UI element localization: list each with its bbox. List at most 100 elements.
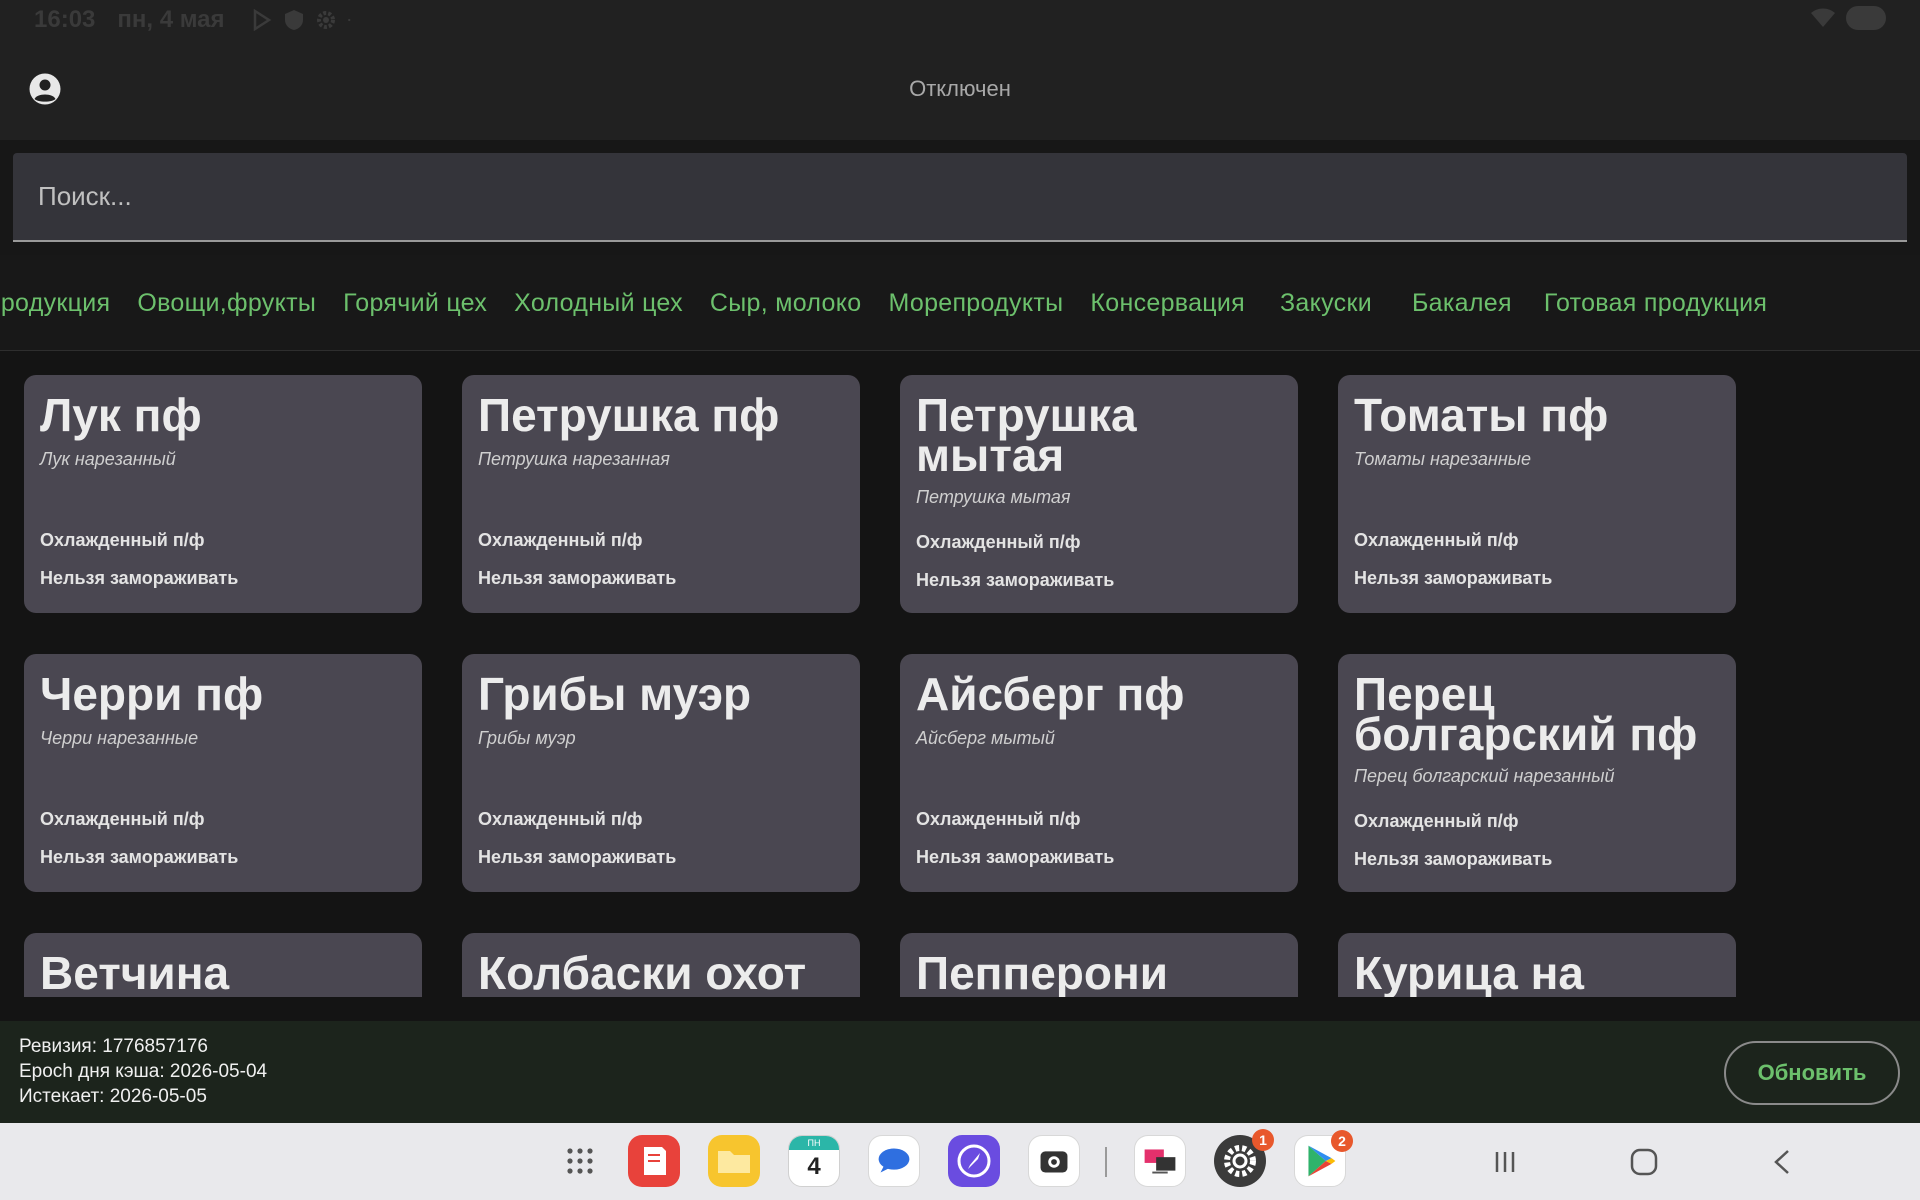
product-freeze-note: Нельзя замораживать <box>916 847 1115 867</box>
notes-glyph-icon <box>644 1147 666 1175</box>
taskbar: ПН 4 1 2 <box>0 1123 1920 1200</box>
tab-category[interactable]: продукция <box>0 289 110 318</box>
messages-app-icon[interactable] <box>868 1135 920 1187</box>
product-card[interactable]: Петрушка пф Петрушка нарезанная Охлажден… <box>462 375 860 613</box>
product-subtitle: Черри нарезанные <box>40 728 199 748</box>
product-card[interactable]: Колбаски охот <box>462 933 860 997</box>
cache-epoch-text: Epoch дня кэша: 2026-05-04 <box>19 1061 268 1082</box>
status-bar: 16:03 пн, 4 мая <box>0 0 1920 40</box>
tab-category[interactable]: Бакалея <box>1412 289 1512 318</box>
product-storage-type: Охлажденный п/ф <box>916 532 1081 552</box>
files-app-icon[interactable] <box>708 1135 760 1187</box>
status-date: пн, 4 мая <box>117 6 225 33</box>
recent-apps-icon[interactable] <box>1488 1145 1522 1179</box>
settings-app-icon[interactable]: 1 <box>1214 1129 1274 1187</box>
product-card[interactable]: Грибы муэр Грибы муэр Охлажденный п/ф Не… <box>462 654 860 892</box>
tab-category[interactable]: Консервация <box>1090 289 1245 318</box>
expires-text: Истекает: 2026-05-05 <box>19 1086 207 1107</box>
notes-app-icon[interactable] <box>628 1135 680 1187</box>
tab-category[interactable]: Холодный цех <box>514 289 683 318</box>
refresh-button[interactable]: Обновить <box>1724 1041 1900 1105</box>
remote-desktop-app-icon[interactable] <box>1134 1135 1186 1187</box>
compass-icon <box>957 1144 991 1178</box>
calendar-app-icon[interactable]: ПН 4 <box>788 1135 840 1187</box>
product-title: Томаты пф <box>1354 389 1609 441</box>
product-storage-type: Охлажденный п/ф <box>40 809 205 829</box>
product-card[interactable]: Петрушка мытая Петрушка мытая Охлажденны… <box>900 375 1298 613</box>
product-subtitle: Петрушка мытая <box>916 487 1071 507</box>
product-subtitle: Томаты нарезанные <box>1354 449 1531 469</box>
product-title: Перец болгарский пф <box>1354 668 1698 760</box>
camera-app-icon[interactable] <box>1028 1135 1080 1187</box>
product-storage-type: Охлажденный п/ф <box>1354 530 1519 550</box>
calendar-day-label: ПН <box>789 1136 839 1150</box>
product-card[interactable]: Айсберг пф Айсберг мытый Охлажденный п/ф… <box>900 654 1298 892</box>
sync-info-footer: Ревизия: 1776857176 Epoch дня кэша: 2026… <box>0 1021 1920 1123</box>
status-time: 16:03 <box>34 6 96 33</box>
play-store-app-icon[interactable]: 2 <box>1294 1130 1353 1187</box>
product-storage-type: Охлажденный п/ф <box>1354 811 1519 831</box>
product-card[interactable]: Черри пф Черри нарезанные Охлажденный п/… <box>24 654 422 892</box>
notification-badge: 2 <box>1331 1130 1353 1152</box>
product-subtitle: Грибы муэр <box>478 728 576 748</box>
connection-status: Отключен <box>909 76 1011 101</box>
product-subtitle: Айсберг мытый <box>916 728 1055 748</box>
status-right <box>1810 6 1886 30</box>
product-subtitle: Лук нарезанный <box>40 449 176 469</box>
tab-category[interactable]: Морепродукты <box>888 289 1063 318</box>
product-title: Курица на <box>1354 947 1584 997</box>
search-input[interactable] <box>13 153 1907 242</box>
product-title: Айсберг пф <box>916 668 1185 720</box>
product-freeze-note: Нельзя замораживать <box>1354 849 1553 869</box>
product-freeze-note: Нельзя замораживать <box>478 847 677 867</box>
home-icon[interactable] <box>1627 1145 1661 1179</box>
product-grid: Лук пф Лук нарезанный Охлажденный п/ф Не… <box>0 351 1920 997</box>
tab-category[interactable]: Готовая продукция <box>1544 289 1767 318</box>
product-subtitle: Перец болгарский нарезанный <box>1354 766 1615 786</box>
calendar-day-number: 4 <box>807 1153 821 1180</box>
product-title: Пепперони <box>916 947 1169 997</box>
folder-icon <box>718 1151 750 1173</box>
notification-badge: 1 <box>1252 1129 1274 1151</box>
taskbar-divider <box>1105 1147 1107 1177</box>
browser-app-icon[interactable] <box>948 1135 1000 1187</box>
product-title: Грибы муэр <box>478 668 752 720</box>
app-drawer-icon[interactable] <box>554 1135 606 1187</box>
product-storage-type: Охлажденный п/ф <box>40 530 205 550</box>
tab-category[interactable]: Овощи,фрукты <box>137 289 316 318</box>
gear-status-icon <box>316 11 335 29</box>
battery-icon <box>1846 6 1886 30</box>
revision-text: Ревизия: 1776857176 <box>19 1036 208 1057</box>
back-icon[interactable] <box>1766 1145 1800 1179</box>
shield-icon <box>284 10 303 30</box>
product-freeze-note: Нельзя замораживать <box>1354 568 1553 588</box>
product-card[interactable]: Курица на <box>1338 933 1736 997</box>
screens-icon <box>1144 1149 1176 1174</box>
play-notification-icon <box>253 9 271 31</box>
product-subtitle: Петрушка нарезанная <box>478 449 670 469</box>
category-tabs: продукция Овощи,фрукты Горячий цех Холод… <box>0 255 1920 351</box>
product-card[interactable]: Пепперони <box>900 933 1298 997</box>
tab-category[interactable]: Сыр, молоко <box>710 289 862 318</box>
product-storage-type: Охлажденный п/ф <box>478 530 643 550</box>
tab-category[interactable]: Горячий цех <box>343 289 487 318</box>
product-title: Черри пф <box>40 668 264 720</box>
product-title: Колбаски охот <box>478 947 807 997</box>
product-card[interactable]: Томаты пф Томаты нарезанные Охлажденный … <box>1338 375 1736 613</box>
product-freeze-note: Нельзя замораживать <box>40 568 239 588</box>
product-freeze-note: Нельзя замораживать <box>916 570 1115 590</box>
wifi-icon <box>1811 8 1835 27</box>
app-header: Отключен <box>0 40 1920 140</box>
tab-category[interactable]: Закуски <box>1280 289 1372 318</box>
product-title: Ветчина <box>40 947 230 997</box>
product-freeze-note: Нельзя замораживать <box>478 568 677 588</box>
product-card[interactable]: Ветчина <box>24 933 422 997</box>
product-title: Лук пф <box>40 389 202 441</box>
product-card[interactable]: Лук пф Лук нарезанный Охлажденный п/ф Не… <box>24 375 422 613</box>
product-title: Петрушка мытая <box>916 389 1137 481</box>
chat-bubble-icon <box>878 1148 910 1173</box>
product-storage-type: Охлажденный п/ф <box>478 809 643 829</box>
dot-icon <box>347 18 350 22</box>
product-card[interactable]: Перец болгарский пф Перец болгарский нар… <box>1338 654 1736 892</box>
search-bar <box>0 140 1920 255</box>
